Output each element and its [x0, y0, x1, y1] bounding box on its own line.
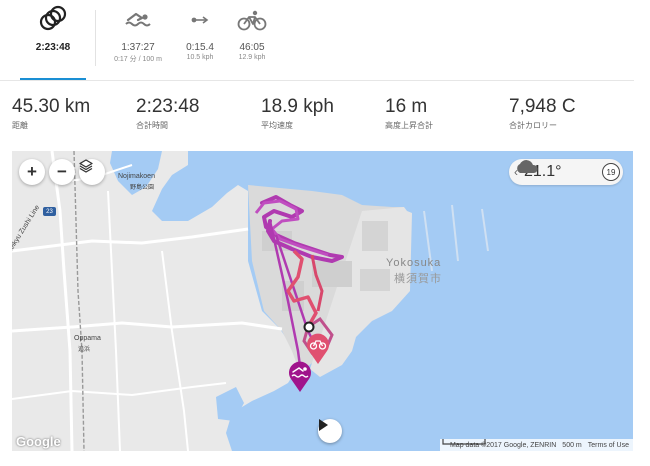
scale-bar — [442, 439, 486, 445]
activity-tabs: 2:23:48 1:37:27 0:17 分 / 100 m 0:15.4 10… — [0, 0, 650, 82]
tab-transition[interactable]: 0:15.4 10.5 kph — [180, 0, 220, 61]
stat-elevation-gain-label: 高度上昇合計 — [385, 121, 433, 130]
weather-widget[interactable]: ‹ 21.1° 19 — [509, 159, 623, 185]
wind-badge: 19 — [602, 163, 620, 181]
stat-distance-label: 距離 — [12, 121, 28, 130]
tab-transition-time: 0:15.4 — [186, 42, 214, 53]
transition-icon — [191, 16, 209, 24]
map-canvas — [12, 151, 633, 451]
stat-total-time-value: 2:23:48 — [136, 96, 200, 117]
layers-icon — [79, 159, 93, 173]
stat-avg-speed-label: 平均速度 — [261, 121, 293, 130]
route-map[interactable]: Nojimakoen 野島公園 Oppama 追浜 Yokosuka 横須賀市 … — [12, 151, 633, 451]
stat-elevation-gain: 16 m 高度上昇合計 — [385, 96, 433, 131]
tab-bike-time: 46:05 — [239, 42, 265, 53]
tab-swim-pace: 0:17 分 / 100 m — [114, 56, 162, 63]
zoom-out-button[interactable]: − — [49, 159, 75, 185]
tab-swim[interactable]: 1:37:27 0:17 分 / 100 m — [106, 0, 170, 64]
terms-of-use-link[interactable]: Terms of Use — [588, 442, 629, 449]
multisport-rings-icon — [39, 5, 67, 31]
header-divider — [0, 80, 634, 81]
play-route-button[interactable] — [318, 419, 342, 443]
tab-swim-time: 1:37:27 — [121, 42, 155, 53]
place-oppama-jp: 追浜 — [78, 347, 91, 353]
map-attribution: Map data ©2017 Google, ZENRIN 500 m Term… — [439, 439, 633, 451]
bike-icon — [237, 10, 267, 31]
stat-calories-label: 合計カロリー — [509, 121, 557, 130]
cloud-icon — [517, 160, 538, 173]
place-yokosuka-jp: 横須賀市 — [394, 273, 442, 285]
stat-calories: 7,948 C 合計カロリー — [509, 96, 576, 131]
stat-avg-speed: 18.9 kph 平均速度 — [261, 96, 334, 131]
stat-distance: 45.30 km 距離 — [12, 96, 90, 131]
summary-stats: 45.30 km 距離 2:23:48 合計時間 18.9 kph 平均速度 1… — [0, 96, 650, 136]
swim-marker-icon[interactable] — [287, 359, 313, 393]
stat-calories-value: 7,948 C — [509, 96, 576, 117]
road-number-badge: 23 — [43, 207, 56, 216]
tab-total[interactable]: 2:23:48 — [20, 0, 86, 53]
stat-avg-speed-value: 18.9 kph — [261, 96, 334, 117]
swim-icon — [125, 12, 151, 27]
stat-distance-value: 45.30 km — [12, 96, 91, 117]
tab-bike-speed: 12.9 kph — [238, 54, 266, 61]
map-layers-button[interactable] — [79, 159, 105, 185]
tab-total-time: 2:23:48 — [35, 42, 71, 53]
stat-elevation-gain-value: 16 m — [385, 96, 428, 117]
place-yokosuka: Yokosuka — [386, 257, 442, 269]
place-nojimakoen: Nojimakoen — [118, 173, 155, 180]
tab-transition-speed: 10.5 kph — [186, 54, 214, 61]
place-nojimakoen-jp: 野島公園 — [130, 185, 155, 191]
tab-divider — [95, 10, 96, 66]
place-oppama: Oppama — [74, 335, 101, 342]
stat-total-time: 2:23:48 合計時間 — [136, 96, 199, 131]
tab-bike[interactable]: 46:05 12.9 kph — [230, 0, 274, 61]
google-logo: Google — [16, 434, 61, 449]
play-icon — [319, 419, 328, 431]
zoom-in-button[interactable]: + — [19, 159, 45, 185]
map-scale-label: 500 m — [562, 441, 582, 449]
stat-total-time-label: 合計時間 — [136, 121, 168, 130]
